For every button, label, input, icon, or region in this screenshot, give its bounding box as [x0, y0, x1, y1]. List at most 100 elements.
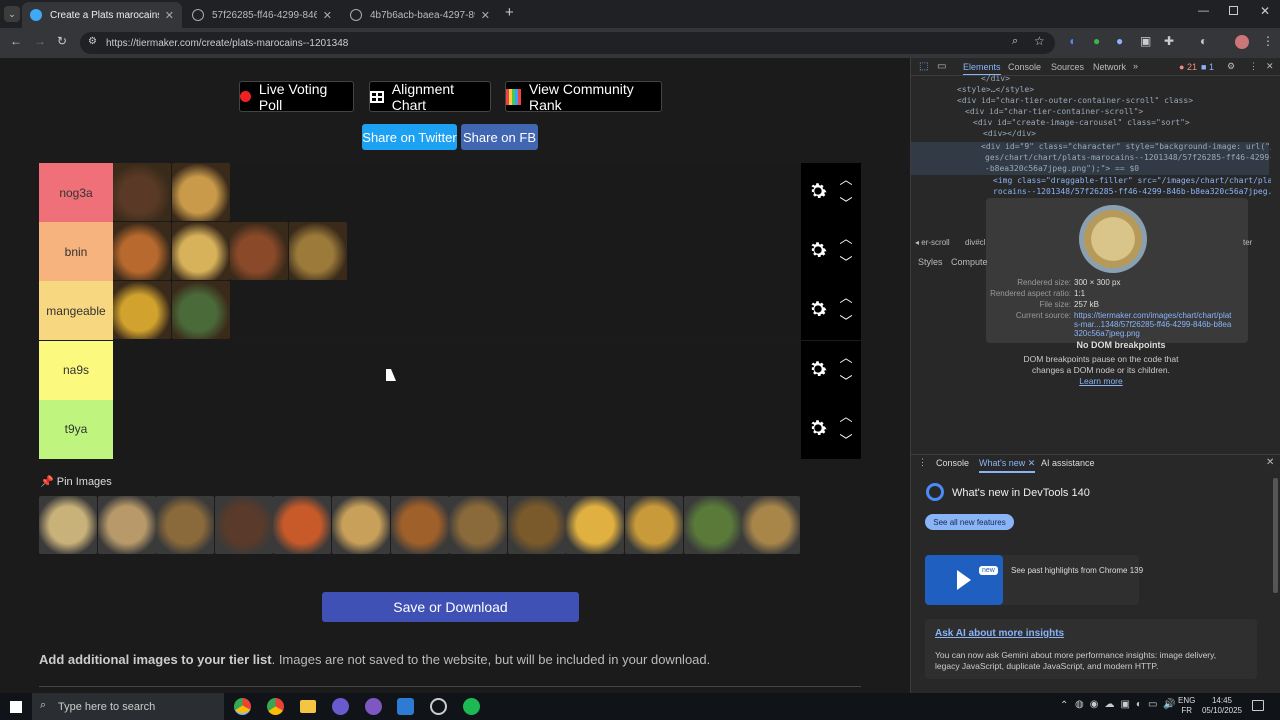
tray-chevron-icon[interactable]: ⌃ [1060, 700, 1068, 711]
gear-icon[interactable] [807, 358, 829, 380]
file-explorer-icon[interactable] [300, 700, 316, 713]
close-window-icon[interactable]: ✕ [1260, 4, 1270, 18]
app-icon[interactable] [332, 698, 349, 715]
devtools-tab-sources[interactable]: Sources [1051, 62, 1084, 72]
browser-tab-3[interactable]: 4b7b6acb-baea-4297-897c-1e ✕ [342, 2, 498, 28]
extension-icon[interactable]: ▣ [1140, 34, 1151, 48]
dom-node-line[interactable]: rocains--1201348/57f26285-ff46-4299-846b… [993, 187, 1271, 196]
source-link[interactable]: https://tiermaker.com/images/chart/chart… [1074, 311, 1234, 338]
dom-node-line[interactable]: ges/chart/chart/plats-marocains--1201348… [985, 153, 1271, 162]
breadcrumb-right[interactable]: div#cl [965, 238, 985, 247]
clock[interactable]: 14:45 05/10/2025 [1200, 696, 1244, 716]
tier-item-image[interactable] [171, 163, 230, 221]
devtools-tab-network[interactable]: Network [1093, 62, 1126, 72]
more-tabs-icon[interactable]: » [1133, 61, 1138, 71]
inspect-element-icon[interactable]: ⬚ [919, 61, 928, 72]
tier-label[interactable]: nog3a [39, 163, 113, 222]
chrome-taskbar-icon[interactable] [234, 698, 251, 715]
taskbar-search-box[interactable]: ⌕ Type here to search [32, 693, 224, 720]
move-up-icon[interactable]: ︿ [839, 287, 853, 306]
drawer-tab-ai[interactable]: AI assistance [1041, 458, 1095, 468]
tier-item-image[interactable] [171, 281, 230, 340]
tier-item-image[interactable] [230, 222, 288, 281]
dom-node-line[interactable]: <div id="9" class="character" style="bac… [981, 142, 1271, 151]
move-down-icon[interactable]: ﹀ [839, 252, 853, 271]
tier-item-image[interactable] [113, 281, 171, 340]
tier-item-image[interactable] [171, 222, 230, 281]
move-down-icon[interactable]: ﹀ [839, 311, 853, 330]
pool-item-image[interactable] [390, 496, 449, 554]
pin-images-label[interactable]: 📌 Pin Images [40, 475, 112, 488]
dom-node-line[interactable]: </div> [981, 74, 1010, 83]
zoom-icon[interactable]: ⌕ [1012, 35, 1018, 48]
gear-icon[interactable] [807, 417, 829, 439]
drawer-tab-whats-new[interactable]: What's new ✕ [979, 458, 1036, 473]
extension-icon[interactable]: ● [1093, 34, 1100, 48]
extension-icon[interactable]: ◖ [1068, 34, 1075, 48]
dom-node-line[interactable]: <div id="create-image-carousel" class="s… [973, 118, 1190, 127]
pool-item-image[interactable] [625, 496, 683, 554]
alignment-chart-button[interactable]: Alignment Chart [369, 81, 491, 113]
devtools-menu-icon[interactable]: ⋮ [1249, 61, 1258, 72]
move-up-icon[interactable]: ︿ [839, 347, 853, 366]
community-rank-button[interactable]: View Community Rank [505, 81, 662, 113]
tier-label[interactable]: na9s [39, 340, 113, 400]
move-up-icon[interactable]: ︿ [839, 169, 853, 188]
language-indicator[interactable]: ENG FR [1178, 696, 1195, 716]
dom-node-line[interactable]: <style>…</style> [957, 85, 1034, 94]
windows-start-icon[interactable] [10, 701, 22, 713]
pool-item-image[interactable] [742, 496, 801, 554]
move-down-icon[interactable]: ﹀ [839, 430, 853, 449]
tab-search-button[interactable]: ⌄ [4, 6, 20, 22]
app-icon[interactable] [430, 698, 447, 715]
tray-icons[interactable]: ◍◉☁▣◐▭🔊 [1075, 699, 1182, 710]
pool-item-image[interactable] [683, 496, 742, 554]
back-icon[interactable]: ← [10, 34, 22, 48]
tier-item-image[interactable] [113, 163, 171, 221]
pool-item-image[interactable] [332, 496, 390, 554]
move-up-icon[interactable]: ︿ [839, 406, 853, 425]
reload-icon[interactable]: ↻ [57, 34, 67, 48]
notification-icon[interactable] [1252, 700, 1264, 711]
profile-avatar[interactable] [1235, 35, 1249, 49]
drawer-menu-icon[interactable]: ⋮ [918, 457, 927, 468]
pool-item-image[interactable] [156, 496, 215, 554]
tier-dropzone[interactable] [113, 163, 801, 222]
gear-icon[interactable] [807, 180, 829, 202]
pool-item-image[interactable] [97, 496, 156, 554]
close-tab-icon[interactable]: ✕ [323, 9, 332, 22]
dom-node-line[interactable]: -b8ea320c56a7jpeg.png");"> == $0 [985, 164, 1139, 173]
share-fb-button[interactable]: Share on FB [461, 124, 538, 150]
tier-dropzone[interactable] [113, 399, 801, 459]
pool-item-image[interactable] [39, 496, 97, 554]
forward-icon[interactable]: → [34, 34, 46, 48]
devtools-close-icon[interactable]: ✕ [1266, 61, 1274, 72]
dom-node-line[interactable]: <div id="char-tier-container-scroll"> [965, 107, 1143, 116]
devtools-settings-icon[interactable]: ⚙ [1227, 61, 1235, 72]
sidepanel-icon[interactable]: ◐ [1200, 34, 1207, 48]
see-all-features-button[interactable]: See all new features [925, 514, 1014, 530]
computed-tab[interactable]: Compute [951, 257, 988, 267]
github-icon[interactable] [365, 698, 382, 715]
drawer-tab-console[interactable]: Console [936, 458, 969, 468]
gear-icon[interactable] [807, 239, 829, 261]
extensions-puzzle-icon[interactable]: ✚ [1164, 34, 1174, 48]
chrome-taskbar-icon[interactable] [267, 698, 284, 715]
site-info-icon[interactable]: ⚙ [88, 36, 97, 47]
address-bar[interactable]: ⚙ https://tiermaker.com/create/plats-mar… [80, 32, 1055, 54]
pool-item-image[interactable] [566, 496, 625, 554]
move-down-icon[interactable]: ﹀ [839, 193, 853, 212]
minimize-icon[interactable]: — [1198, 5, 1209, 17]
tier-item-image[interactable] [113, 222, 171, 281]
browser-tab-2[interactable]: 57f26285-ff46-4299-846b-b8e ✕ [184, 2, 340, 28]
tier-item-image[interactable] [288, 222, 347, 281]
tier-dropzone[interactable] [113, 281, 801, 341]
new-tab-icon[interactable]: + [505, 4, 514, 21]
menu-kebab-icon[interactable]: ⋮ [1262, 34, 1274, 48]
pool-item-image[interactable] [507, 496, 566, 554]
ai-heading-link[interactable]: Ask AI about more insights [935, 628, 1064, 639]
browser-tab-1[interactable]: Create a Plats marocains Tier L ✕ [22, 2, 182, 28]
dom-node-line[interactable]: <div id="char-tier-outer-container-scrol… [957, 96, 1193, 105]
pool-item-image[interactable] [273, 496, 332, 554]
devtools-tab-console[interactable]: Console [1008, 62, 1041, 72]
